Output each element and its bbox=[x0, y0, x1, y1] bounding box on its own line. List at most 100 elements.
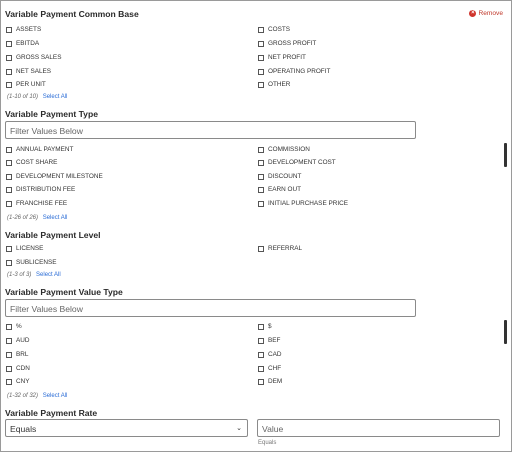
checkbox[interactable] bbox=[258, 159, 264, 166]
checkbox[interactable] bbox=[6, 323, 12, 330]
option-cost-share[interactable]: COST SHARE bbox=[6, 159, 57, 166]
checkbox[interactable] bbox=[6, 26, 12, 33]
option-development-milestone[interactable]: DEVELOPMENT MILESTONE bbox=[6, 173, 103, 180]
checkbox[interactable] bbox=[258, 186, 264, 193]
option-annual-payment[interactable]: ANNUAL PAYMENT bbox=[6, 146, 73, 153]
checkbox[interactable] bbox=[6, 68, 12, 75]
checkbox[interactable] bbox=[258, 378, 264, 385]
option-label: ANNUAL PAYMENT bbox=[16, 146, 74, 153]
payment-level-meta: (1-3 of 3) Select All bbox=[7, 272, 61, 278]
option-label: $ bbox=[268, 323, 272, 330]
value-type-scrollbar[interactable] bbox=[504, 320, 507, 344]
option-dem[interactable]: DEM bbox=[258, 378, 282, 385]
option-dollar[interactable]: $ bbox=[258, 323, 272, 330]
checkbox[interactable] bbox=[6, 245, 12, 252]
option-label: INITIAL PURCHASE PRICE bbox=[268, 200, 349, 207]
option-label: COSTS bbox=[268, 26, 291, 33]
remove-button[interactable]: × Remove bbox=[469, 10, 503, 17]
option-label: EARN OUT bbox=[268, 186, 302, 193]
option-net-profit[interactable]: NET PROFIT bbox=[258, 54, 306, 61]
filter-panel-window: Variable Payment Common Base × Remove AS… bbox=[0, 0, 512, 452]
checkbox[interactable] bbox=[258, 245, 264, 252]
option-cad[interactable]: CAD bbox=[258, 351, 282, 358]
option-label: CNY bbox=[16, 378, 30, 385]
checkbox[interactable] bbox=[258, 81, 264, 88]
checkbox[interactable] bbox=[6, 54, 12, 61]
value-type-filter-input[interactable]: Filter Values Below bbox=[5, 299, 416, 317]
rate-value-input[interactable]: Value bbox=[257, 419, 500, 437]
payment-type-meta: (1-26 of 26) Select All bbox=[7, 215, 67, 221]
checkbox[interactable] bbox=[258, 40, 264, 47]
option-other[interactable]: OTHER bbox=[258, 81, 290, 88]
option-net-sales[interactable]: NET SALES bbox=[6, 68, 51, 75]
option-label: DEVELOPMENT COST bbox=[268, 159, 336, 166]
checkbox[interactable] bbox=[6, 146, 12, 153]
select-all-link[interactable]: Select All bbox=[43, 94, 68, 100]
checkbox[interactable] bbox=[258, 200, 264, 207]
option-label: COST SHARE bbox=[16, 159, 58, 166]
checkbox[interactable] bbox=[258, 365, 264, 372]
result-count: (1-3 of 3) bbox=[7, 272, 32, 278]
checkbox[interactable] bbox=[6, 173, 12, 180]
remove-icon: × bbox=[469, 10, 477, 17]
checkbox[interactable] bbox=[258, 323, 264, 330]
checkbox[interactable] bbox=[258, 351, 264, 358]
option-gross-profit[interactable]: GROSS PROFIT bbox=[258, 40, 316, 47]
rate-operator-select[interactable]: Equals ⌄ bbox=[5, 419, 248, 437]
checkbox[interactable] bbox=[258, 68, 264, 75]
payment-type-scrollbar[interactable] bbox=[504, 143, 507, 167]
checkbox[interactable] bbox=[6, 40, 12, 47]
option-license[interactable]: LICENSE bbox=[6, 245, 43, 252]
option-chf[interactable]: CHF bbox=[258, 365, 281, 372]
checkbox[interactable] bbox=[258, 54, 264, 61]
option-label: DEM bbox=[268, 378, 283, 385]
checkbox[interactable] bbox=[6, 159, 12, 166]
option-per-unit[interactable]: PER UNIT bbox=[6, 81, 46, 88]
option-brl[interactable]: BRL bbox=[6, 351, 28, 358]
option-label: NET SALES bbox=[16, 68, 52, 75]
filter-panel: Variable Payment Common Base × Remove AS… bbox=[5, 1, 503, 451]
checkbox[interactable] bbox=[258, 337, 264, 344]
checkbox[interactable] bbox=[258, 26, 264, 33]
payment-type-filter-input[interactable]: Filter Values Below bbox=[5, 121, 416, 139]
select-all-link[interactable]: Select All bbox=[43, 393, 68, 399]
checkbox[interactable] bbox=[6, 186, 12, 193]
checkbox[interactable] bbox=[6, 378, 12, 385]
option-development-cost[interactable]: DEVELOPMENT COST bbox=[258, 159, 336, 166]
option-aud[interactable]: AUD bbox=[6, 337, 30, 344]
option-label: % bbox=[16, 323, 22, 330]
payment-level-title: Variable Payment Level bbox=[5, 230, 101, 240]
checkbox[interactable] bbox=[6, 259, 12, 266]
checkbox[interactable] bbox=[6, 200, 12, 207]
checkbox[interactable] bbox=[6, 81, 12, 88]
option-bef[interactable]: BEF bbox=[258, 337, 280, 344]
checkbox[interactable] bbox=[258, 146, 264, 153]
checkbox[interactable] bbox=[6, 337, 12, 344]
select-all-link[interactable]: Select All bbox=[43, 215, 68, 221]
option-assets[interactable]: ASSETS bbox=[6, 26, 41, 33]
option-cdn[interactable]: CDN bbox=[6, 365, 30, 372]
option-franchise-fee[interactable]: FRANCHISE FEE bbox=[6, 200, 67, 207]
checkbox[interactable] bbox=[258, 173, 264, 180]
option-discount[interactable]: DISCOUNT bbox=[258, 173, 301, 180]
option-cny[interactable]: CNY bbox=[6, 378, 30, 385]
option-initial-purchase-price[interactable]: INITIAL PURCHASE PRICE bbox=[258, 200, 348, 207]
option-commission[interactable]: COMMISSION bbox=[258, 146, 310, 153]
option-label: BEF bbox=[268, 337, 281, 344]
option-percent[interactable]: % bbox=[6, 323, 22, 330]
option-operating-profit[interactable]: OPERATING PROFIT bbox=[258, 68, 330, 75]
option-sublicense[interactable]: SUBLICENSE bbox=[6, 259, 57, 266]
option-label: LICENSE bbox=[16, 245, 44, 252]
option-ebitda[interactable]: EBITDA bbox=[6, 40, 39, 47]
select-all-link[interactable]: Select All bbox=[36, 272, 61, 278]
option-costs[interactable]: COSTS bbox=[258, 26, 290, 33]
option-label: ASSETS bbox=[16, 26, 42, 33]
common-base-title: Variable Payment Common Base bbox=[5, 9, 139, 19]
option-gross-sales[interactable]: GROSS SALES bbox=[6, 54, 61, 61]
option-label: DISTRIBUTION FEE bbox=[16, 186, 76, 193]
option-earn-out[interactable]: EARN OUT bbox=[258, 186, 301, 193]
option-distribution-fee[interactable]: DISTRIBUTION FEE bbox=[6, 186, 75, 193]
option-referral[interactable]: REFERRAL bbox=[258, 245, 302, 252]
checkbox[interactable] bbox=[6, 365, 12, 372]
checkbox[interactable] bbox=[6, 351, 12, 358]
